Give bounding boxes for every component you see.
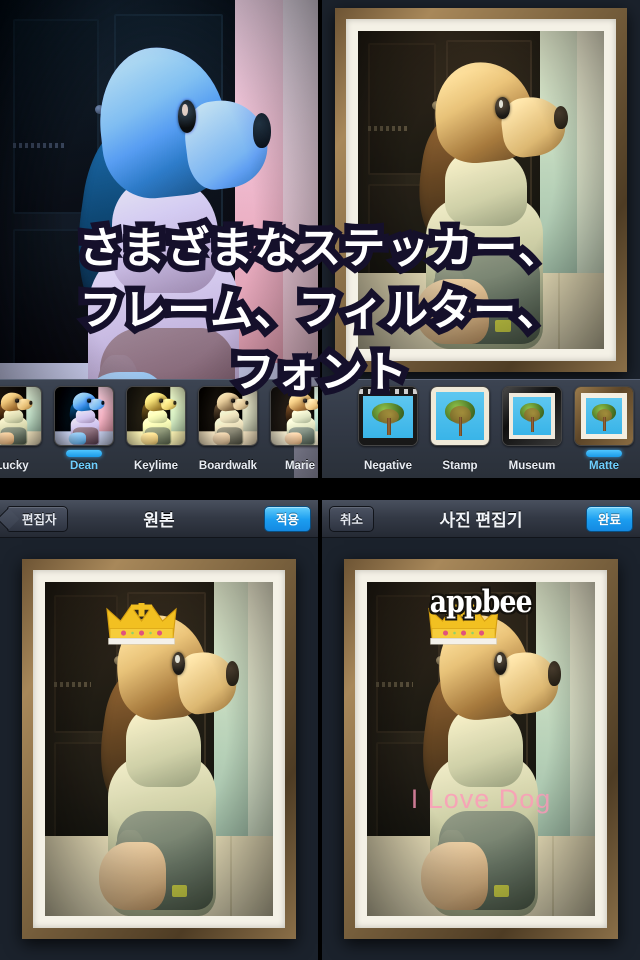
frame-mat [345,18,617,362]
frame-label: Negative [364,460,412,472]
frame-thumbnail[interactable] [430,386,490,446]
frame-mat [33,570,285,928]
frame-window [357,30,605,350]
apply-button[interactable]: 적용 [263,505,311,532]
selection-indicator [586,450,622,457]
frame-matte-outer [334,7,628,373]
frame-item-museum[interactable]: Museum [496,380,568,478]
filter-strip[interactable]: Lucky Dean [0,379,318,478]
framed-photo [0,538,318,960]
frame-thumbnail[interactable] [574,386,634,446]
filter-label: Marie [284,460,316,472]
selection-indicator [514,450,550,457]
horizontal-divider [0,478,640,500]
filter-thumbnail[interactable] [54,386,114,446]
selection-indicator [442,450,478,457]
frame-window: appbee I Love Dog [367,582,595,916]
filter-thumbnail[interactable] [126,386,186,446]
frame-window [45,582,273,916]
frame-label: Matte [588,460,620,472]
frame-mat: appbee I Love Dog [355,570,607,928]
selection-indicator [282,450,318,457]
done-button[interactable]: 완료 [585,505,633,532]
frame-thumbnail[interactable] [502,386,562,446]
frame-thumbnail[interactable] [358,386,418,446]
filter-item-keylime[interactable]: Keylime [120,380,192,478]
filter-thumbnail[interactable] [198,386,258,446]
frame-item-negative[interactable]: Negative [352,380,424,478]
selection-indicator [210,450,246,457]
filter-item-boardwalk[interactable]: Boardwalk [192,380,264,478]
app-screenshot: Lucky Dean [0,0,640,960]
panel-original-preview: 편집자 원본 적용 [0,500,318,960]
filter-label: Dean [69,460,99,472]
filter-label: Lucky [0,460,29,472]
filter-label: Boardwalk [198,460,258,472]
filter-thumbnail[interactable] [270,386,318,446]
selection-indicator [138,450,174,457]
vent-strip [12,143,64,149]
filter-label: Keylime [133,460,179,472]
framed-photo: appbee I Love Dog [322,538,640,960]
frame-matte-outer [22,559,296,939]
framed-photo-preview [322,0,640,380]
filter-item-dean[interactable]: Dean [48,380,120,478]
selection-indicator [66,450,102,457]
filter-item-marie[interactable]: Marie [264,380,318,478]
frame-label: Museum [508,460,556,472]
cancel-button[interactable]: 취소 [329,505,375,532]
crown-sticker[interactable] [104,599,179,649]
filter-thumbnail[interactable] [0,386,42,446]
selection-indicator [0,450,30,457]
caption-text: I Love Dog [410,783,552,814]
selection-indicator [370,450,406,457]
frame-item-matte[interactable]: Matte [568,380,640,478]
panel-photo-editor: 취소 사진 편집기 완료 appbee I Love Dog [322,500,640,960]
frame-item-stamp[interactable]: Stamp [424,380,496,478]
filter-item-lucky[interactable]: Lucky [0,380,48,478]
frame-matte-outer: appbee I Love Dog [344,559,618,939]
navbar-original: 편집자 원본 적용 [0,500,318,538]
frame-strip[interactable]: Negative Stamp Museum Matte [322,379,640,478]
panel-filter-picker: Lucky Dean [0,0,318,478]
back-button[interactable]: 편집자 [7,505,68,532]
frame-label: Stamp [442,460,478,472]
panel-frame-picker: Negative Stamp Museum Matte [322,0,640,478]
watermark-text: appbee [430,584,533,621]
navbar-editor: 취소 사진 편집기 완료 [322,500,640,538]
